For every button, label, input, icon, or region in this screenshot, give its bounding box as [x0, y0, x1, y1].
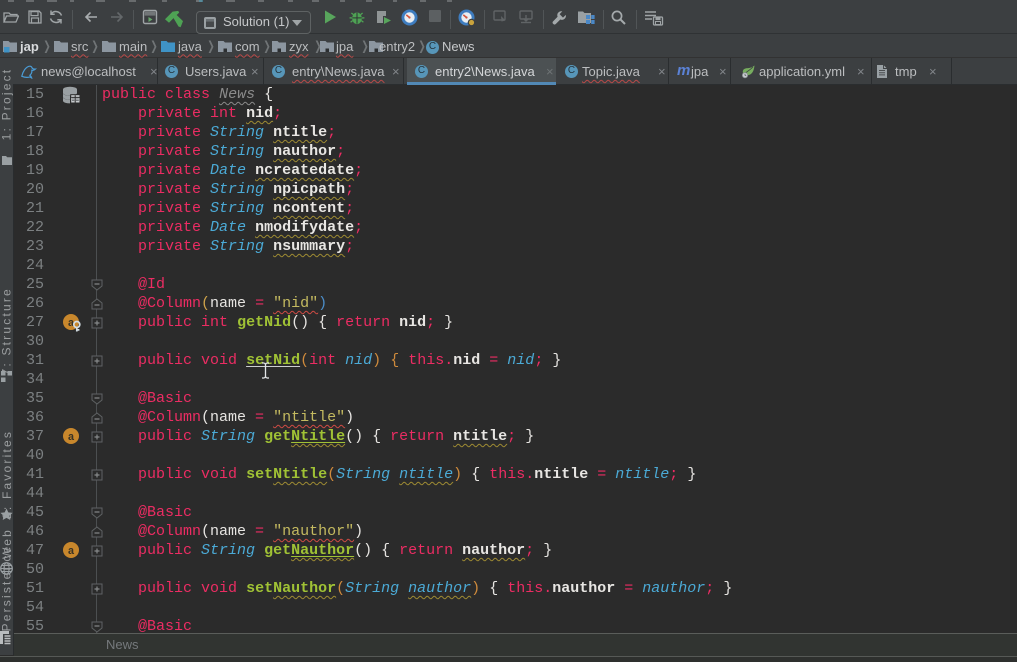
svg-text:a: a [68, 546, 75, 558]
svg-text:a: a [68, 432, 75, 444]
